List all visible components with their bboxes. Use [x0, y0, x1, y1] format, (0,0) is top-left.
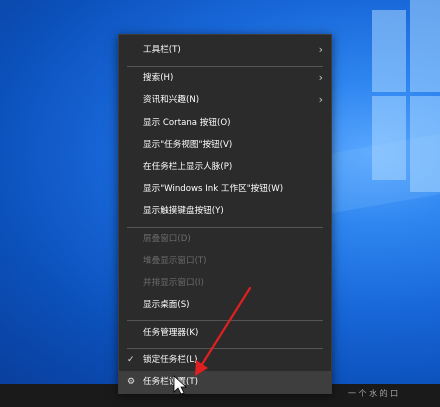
taskbar-context-menu: 工具栏(T) › 搜索(H) › 资讯和兴趣(N) › 显示 Cortana 按… [118, 34, 332, 394]
menu-item-label: 显示桌面(S) [143, 300, 190, 310]
menu-item-show-ink[interactable]: 显示"Windows Ink 工作区"按钮(W) [119, 178, 331, 200]
menu-item-side-by-side: 并排显示窗口(I) [119, 272, 331, 294]
menu-item-label: 显示"Windows Ink 工作区"按钮(W) [143, 184, 284, 194]
menu-item-news-interests[interactable]: 资讯和兴趣(N) › [119, 89, 331, 111]
menu-separator [127, 320, 323, 321]
menu-item-lock-taskbar[interactable]: ✓ 锁定任务栏(L) [119, 349, 331, 371]
menu-item-label: 锁定任务栏(L) [143, 355, 198, 365]
menu-item-show-desktop[interactable]: 显示桌面(S) [119, 294, 331, 316]
menu-item-label: 资讯和兴趣(N) [143, 95, 200, 105]
menu-item-cascade: 层叠窗口(D) [119, 228, 331, 250]
chevron-right-icon: › [318, 93, 323, 106]
menu-item-search[interactable]: 搜索(H) › [119, 67, 331, 89]
menu-item-label: 显示"任务视图"按钮(V) [143, 140, 233, 150]
menu-item-stack: 堆叠显示窗口(T) [119, 250, 331, 272]
menu-item-show-cortana[interactable]: 显示 Cortana 按钮(O) [119, 112, 331, 134]
menu-item-label: 层叠窗口(D) [143, 234, 191, 244]
menu-item-label: 显示触摸键盘按钮(Y) [143, 206, 224, 216]
menu-item-show-task-view[interactable]: 显示"任务视图"按钮(V) [119, 134, 331, 156]
wallpaper-logo-pane [410, 96, 440, 192]
menu-item-label: 并排显示窗口(I) [143, 278, 204, 288]
menu-item-label: 工具栏(T) [143, 45, 181, 55]
chevron-right-icon: › [318, 71, 323, 84]
menu-item-label: 任务管理器(K) [143, 328, 199, 338]
menu-item-label: 搜索(H) [143, 73, 174, 83]
menu-item-label: 堆叠显示窗口(T) [143, 256, 207, 266]
wallpaper-logo-pane [372, 10, 406, 92]
menu-item-toolbars[interactable]: 工具栏(T) › [119, 39, 331, 61]
menu-item-label: 显示 Cortana 按钮(O) [143, 118, 231, 128]
checkmark-icon: ✓ [127, 355, 135, 365]
menu-item-taskbar-settings[interactable]: ⚙ 任务栏设置(T) [119, 371, 331, 393]
menu-item-show-people[interactable]: 在任务栏上显示人脉(P) [119, 156, 331, 178]
menu-item-show-keyboard[interactable]: 显示触摸键盘按钮(Y) [119, 200, 331, 222]
wallpaper-logo-pane [372, 96, 406, 180]
menu-item-task-manager[interactable]: 任务管理器(K) [119, 322, 331, 344]
menu-item-label: 在任务栏上显示人脉(P) [143, 162, 233, 172]
gear-icon: ⚙ [127, 377, 136, 387]
watermark-text: 一 个 水 的 口 [348, 389, 399, 398]
menu-item-label: 任务栏设置(T) [143, 377, 198, 387]
chevron-right-icon: › [318, 43, 323, 56]
wallpaper-logo-pane [410, 0, 440, 92]
